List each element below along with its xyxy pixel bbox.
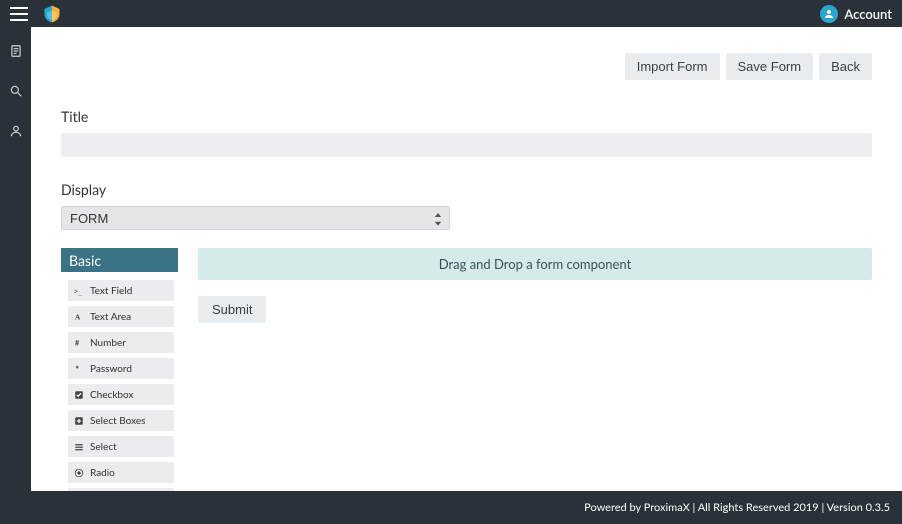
palette-item-checkbox[interactable]: Checkbox [68, 384, 174, 405]
palette-item-label: Select [90, 441, 117, 453]
svg-text:#: # [75, 338, 80, 347]
menu-icon[interactable] [10, 7, 28, 21]
logo-icon [42, 4, 62, 24]
palette-item-label: Radio [90, 467, 115, 479]
svg-text:>_: >_ [74, 287, 82, 295]
title-label: Title [61, 108, 872, 125]
asterisk-icon: * [74, 364, 84, 374]
palette-item-label: Text Area [90, 311, 131, 323]
topbar: Account [0, 0, 902, 27]
palette-item-label: Checkbox [90, 389, 133, 401]
back-button[interactable]: Back [819, 53, 872, 80]
palette-item-text-area[interactable]: A Text Area [68, 306, 174, 327]
palette-item-select[interactable]: Select [68, 436, 174, 457]
svg-text:A: A [75, 312, 81, 321]
sidenav [0, 27, 31, 524]
palette-item-select-boxes[interactable]: Select Boxes [68, 410, 174, 431]
check-square-icon [74, 390, 84, 400]
dropzone[interactable]: Drag and Drop a form component [198, 248, 872, 280]
component-palette: Basic >_ Text Field A Text Area # Number * Pass… [61, 248, 178, 491]
svg-text:*: * [75, 364, 79, 374]
account-menu[interactable]: Account [820, 5, 892, 23]
action-row: Import Form Save Form Back [61, 53, 872, 80]
terminal-icon: >_ [74, 286, 84, 296]
display-label: Display [61, 181, 872, 198]
hash-icon: # [74, 338, 84, 348]
save-form-button[interactable]: Save Form [726, 53, 814, 80]
content: Import Form Save Form Back Title Display… [31, 27, 902, 524]
form-canvas: Drag and Drop a form component Submit [198, 248, 872, 491]
main: Import Form Save Form Back Title Display… [0, 27, 902, 524]
palette-item-radio[interactable]: Radio [68, 462, 174, 483]
account-icon [820, 5, 838, 23]
user-icon[interactable] [9, 123, 23, 137]
submit-button[interactable]: Submit [198, 296, 266, 323]
footer: Powered by ProximaX | All Rights Reserve… [31, 491, 902, 524]
title-input[interactable] [61, 133, 872, 157]
content-scroll[interactable]: Import Form Save Form Back Title Display… [31, 27, 902, 491]
search-icon[interactable] [9, 83, 23, 97]
dot-circle-icon [74, 468, 84, 478]
palette-header[interactable]: Basic [61, 248, 178, 272]
palette-item-password[interactable]: * Password [68, 358, 174, 379]
footer-text: Powered by ProximaX | All Rights Reserve… [584, 501, 890, 514]
palette-item-label: Select Boxes [90, 415, 145, 427]
font-icon: A [74, 312, 84, 322]
builder: Basic >_ Text Field A Text Area # Number * Pass… [61, 248, 872, 491]
list-icon [74, 442, 84, 452]
palette-item-number[interactable]: # Number [68, 332, 174, 353]
account-label: Account [844, 6, 892, 22]
nav-forms-icon[interactable] [9, 43, 23, 57]
plus-square-icon [74, 416, 84, 426]
display-select[interactable]: FORM [61, 206, 450, 230]
palette-item-label: Password [90, 363, 132, 375]
palette-item-label: Number [90, 337, 126, 349]
palette-item-label: Text Field [90, 285, 132, 297]
import-form-button[interactable]: Import Form [625, 53, 720, 80]
palette-item-text-field[interactable]: >_ Text Field [68, 280, 174, 301]
